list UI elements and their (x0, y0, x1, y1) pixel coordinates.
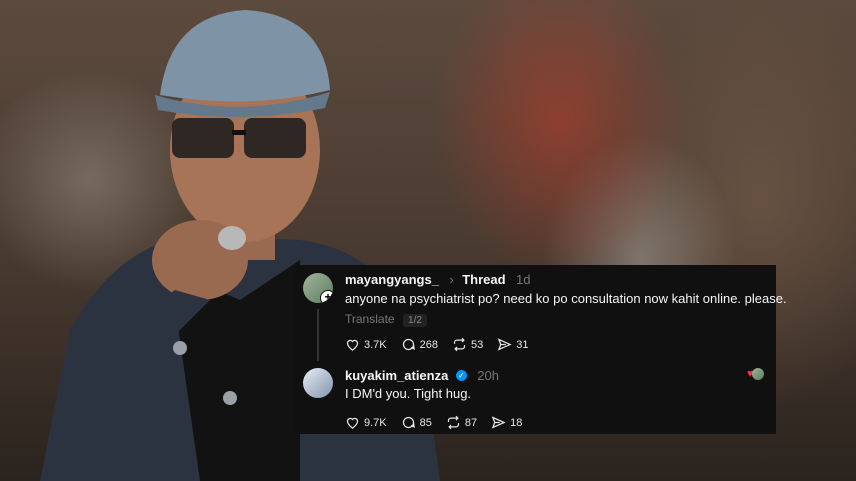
post-text: anyone na psychiatrist po? need ko po co… (345, 291, 787, 306)
reply-actions: 9.7K 85 87 18 (345, 415, 536, 430)
follow-plus-icon[interactable]: + (320, 290, 333, 303)
heart-icon (346, 339, 359, 351)
post-author-avatar[interactable]: + (303, 273, 333, 303)
threads-post-card: + mayangyangs_ › Thread 1d anyone na psy… (295, 265, 787, 434)
reply-text: I DM'd you. Tight hug. (345, 386, 472, 401)
share-button[interactable]: 31 (497, 337, 529, 352)
like-button[interactable]: 3.7K (345, 337, 387, 352)
thread-label[interactable]: Thread (462, 272, 505, 287)
translate-link[interactable]: Translate (345, 312, 395, 326)
reply-share-button[interactable]: 18 (491, 415, 522, 430)
repost-count: 53 (471, 338, 484, 351)
post-username[interactable]: mayangyangs_ (345, 272, 439, 287)
reply-reply-button[interactable]: 85 (401, 415, 432, 430)
repost-button[interactable]: 53 (452, 337, 483, 352)
page-indicator: 1/2 (403, 314, 427, 327)
repost-icon (447, 415, 460, 430)
chevron-right-icon: › (449, 272, 454, 287)
share-icon (491, 416, 506, 429)
translate-row: Translate 1/2 (345, 310, 427, 328)
like-count: 3.7K (364, 338, 387, 351)
reply-timestamp: 20h (477, 368, 499, 383)
comment-icon (402, 416, 415, 429)
repost-count: 87 (464, 416, 478, 429)
comment-icon (402, 338, 415, 351)
reply-username[interactable]: kuyakim_atienza (345, 368, 448, 383)
like-count: 9.7K (364, 416, 387, 429)
reply-like-button[interactable]: 9.7K (345, 415, 387, 430)
share-icon (498, 338, 512, 351)
share-count: 31 (516, 338, 529, 351)
reply-count: 268 (419, 338, 438, 351)
reply-repost-button[interactable]: 87 (446, 415, 477, 430)
thread-connector-line (317, 309, 319, 361)
post-timestamp: 1d (515, 272, 531, 287)
verified-icon: ✓ (455, 370, 467, 382)
share-count: 18 (510, 416, 523, 429)
liked-by-author-indicator: ♥ (747, 368, 764, 380)
heart-icon (346, 417, 359, 429)
reply-button[interactable]: 268 (401, 337, 438, 352)
reply-count: 85 (419, 416, 432, 429)
post-header: mayangyangs_ › Thread 1d (345, 271, 530, 289)
reply-header: kuyakim_atienza ✓ 20h (345, 367, 499, 385)
repost-icon (453, 337, 466, 352)
post-actions: 3.7K 268 53 31 (345, 337, 543, 352)
reply-author-avatar[interactable] (303, 368, 333, 398)
liker-avatar (751, 368, 764, 380)
